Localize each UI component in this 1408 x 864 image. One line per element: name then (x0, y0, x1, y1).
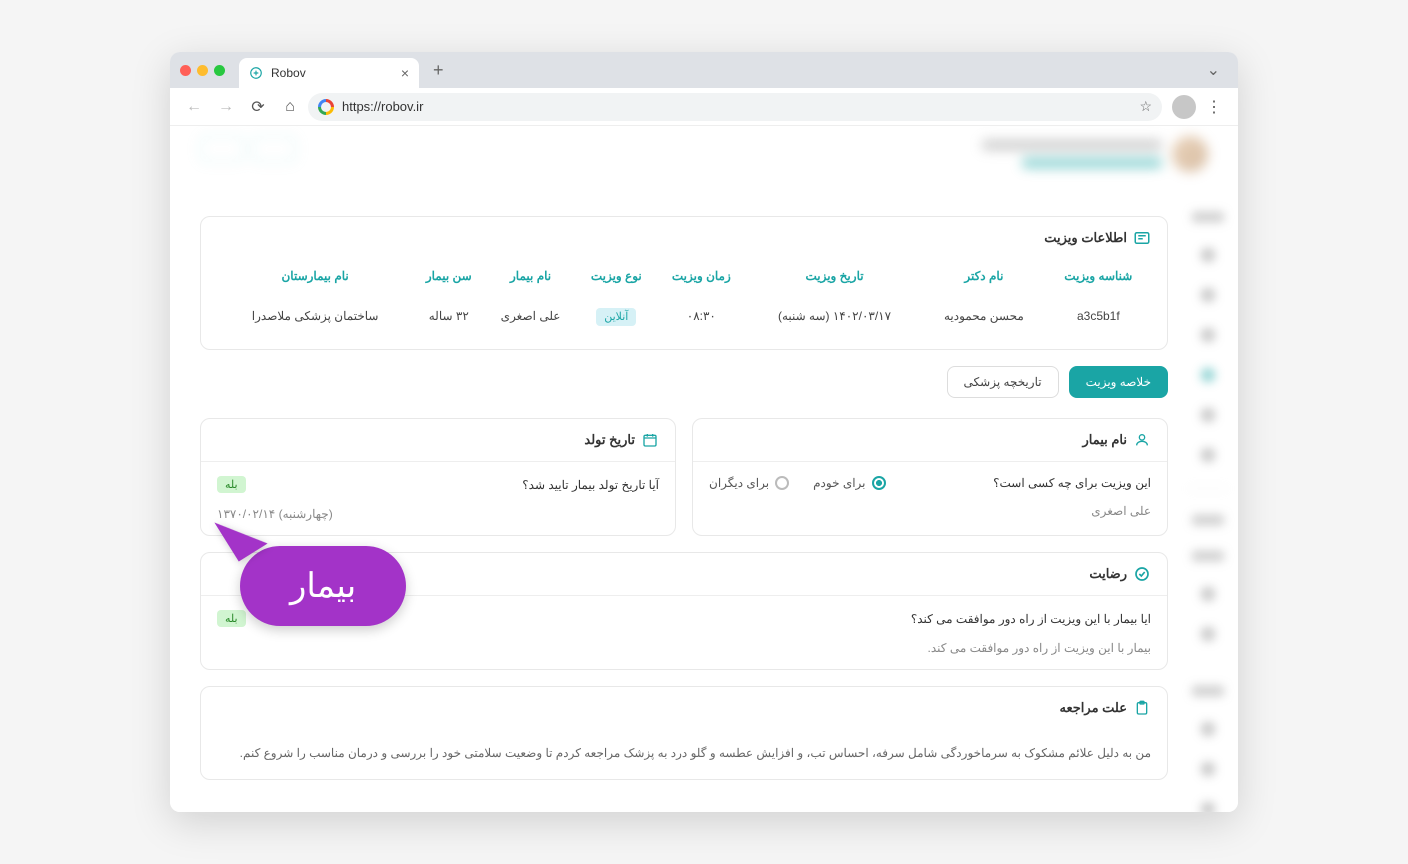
dob-card: تاریخ تولد آیا تاریخ تولد بیمار تایید شد… (200, 418, 676, 536)
radio-other[interactable]: برای دیگران (709, 476, 789, 490)
dob-value: ۱۳۷۰/۰۲/۱۴ (چهارشنبه) (217, 507, 659, 521)
tabs-overflow-icon[interactable]: ⌄ (1199, 60, 1228, 80)
dob-question: آیا تاریخ تولد بیمار تایید شد؟ (522, 478, 659, 492)
tab-summary[interactable]: خلاصه ویزیت (1069, 366, 1168, 398)
close-window-icon[interactable] (180, 65, 191, 76)
reload-button[interactable]: ⟳ (244, 93, 272, 121)
col-visit-id: شناسه ویزیت (1046, 259, 1151, 293)
dob-badge: بله (217, 476, 246, 493)
cell-age: ۳۲ ساله (413, 293, 484, 335)
info-icon (1133, 229, 1151, 247)
online-badge: آنلاین (596, 308, 636, 326)
close-tab-icon[interactable]: × (401, 65, 409, 81)
google-icon (318, 99, 334, 115)
tab-title: Robov (271, 66, 393, 80)
forward-button[interactable]: → (212, 93, 240, 121)
table-row: a3c5b1f محسن محمودیه ۱۴۰۲/۰۳/۱۷ (سه شنبه… (217, 293, 1151, 335)
maximize-window-icon[interactable] (214, 65, 225, 76)
visit-info-header: اطلاعات ویزیت (201, 217, 1167, 259)
visit-info-card: اطلاعات ویزیت شناسه ویزیت نام دکتر تاریخ… (200, 216, 1168, 350)
cell-doctor: محسن محمودیه (922, 293, 1046, 335)
browser-menu-icon[interactable]: ⋮ (1200, 97, 1228, 117)
consent-title: رضایت (1089, 566, 1127, 582)
browser-tabbar: Robov × + ⌄ (170, 52, 1238, 88)
reason-title: علت مراجعه (1060, 700, 1127, 716)
blurred-sidebar (1178, 206, 1238, 812)
cell-patient: علی اصغری (484, 293, 577, 335)
back-button[interactable]: ← (180, 93, 208, 121)
main-area: اطلاعات ویزیت شناسه ویزیت نام دکتر تاریخ… (190, 206, 1178, 812)
col-age: سن بیمار (413, 259, 484, 293)
patient-name-card: نام بیمار این ویزیت برای چه کسی است؟ برا… (692, 418, 1168, 536)
radio-self[interactable]: برای خودم (813, 476, 885, 490)
browser-addressbar: ← → ⟳ ⌂ https://robov.ir ☆ ⋮ (170, 88, 1238, 126)
home-button[interactable]: ⌂ (276, 93, 304, 121)
patient-name-value: علی اصغری (709, 504, 1151, 518)
col-hospital: نام بیمارستان (217, 259, 413, 293)
dob-header: تاریخ تولد (201, 419, 675, 462)
radio-self-label: برای خودم (813, 476, 865, 490)
radio-checked-icon (872, 476, 886, 490)
consent-question: ایا بیمار با این ویزیت از راه دور موافقت… (911, 612, 1151, 626)
url-text: https://robov.ir (342, 99, 423, 114)
tab-history[interactable]: تاریخچه پزشکی (947, 366, 1059, 398)
bookmark-icon[interactable]: ☆ (1139, 98, 1152, 115)
col-patient: نام بیمار (484, 259, 577, 293)
reason-card: علت مراجعه من به دلیل علائم مشکوک به سرم… (200, 686, 1168, 780)
check-icon (1133, 565, 1151, 583)
radio-other-label: برای دیگران (709, 476, 769, 490)
reason-header: علت مراجعه (201, 687, 1167, 729)
summary-tabs: خلاصه ویزیت تاریخچه پزشکی (200, 366, 1168, 398)
browser-tab[interactable]: Robov × (239, 58, 419, 88)
calendar-icon (641, 431, 659, 449)
radio-unchecked-icon (775, 476, 789, 490)
cursor-label: بیمار (240, 546, 406, 626)
browser-window: Robov × + ⌄ ← → ⟳ ⌂ https://robov.ir ☆ ⋮ (170, 52, 1238, 812)
cell-time: ۰۸:۳۰ (656, 293, 747, 335)
patient-card-title: نام بیمار (1082, 432, 1127, 448)
patient-question: این ویزیت برای چه کسی است؟ (993, 476, 1151, 490)
profile-avatar-icon[interactable] (1172, 95, 1196, 119)
dob-title: تاریخ تولد (584, 432, 635, 448)
visit-info-title: اطلاعات ویزیت (1044, 230, 1127, 246)
cell-type: آنلاین (577, 293, 656, 335)
site-favicon-icon (249, 66, 263, 80)
cell-hospital: ساختمان پزشکی ملاصدرا (217, 293, 413, 335)
page-content: اطلاعات ویزیت شناسه ویزیت نام دکتر تاریخ… (170, 126, 1238, 812)
minimize-window-icon[interactable] (197, 65, 208, 76)
consent-text: بیمار با این ویزیت از راه دور موافقت می … (217, 641, 1151, 655)
patient-name-header: نام بیمار (693, 419, 1167, 462)
person-icon (1133, 431, 1151, 449)
visit-info-table: شناسه ویزیت نام دکتر تاریخ ویزیت زمان وی… (217, 259, 1151, 335)
reason-text: من به دلیل علائم مشکوک به سرماخوردگی شام… (217, 743, 1151, 765)
new-tab-button[interactable]: + (427, 60, 450, 81)
col-date: تاریخ ویزیت (747, 259, 922, 293)
cursor-tooltip: بیمار (240, 546, 406, 626)
blurred-header (170, 126, 1238, 206)
col-doctor: نام دکتر (922, 259, 1046, 293)
window-controls[interactable] (180, 65, 225, 76)
col-time: زمان ویزیت (656, 259, 747, 293)
cell-date: ۱۴۰۲/۰۳/۱۷ (سه شنبه) (747, 293, 922, 335)
col-type: نوع ویزیت (577, 259, 656, 293)
url-input[interactable]: https://robov.ir ☆ (308, 93, 1162, 121)
cell-visit-id: a3c5b1f (1046, 293, 1151, 335)
clipboard-icon (1133, 699, 1151, 717)
